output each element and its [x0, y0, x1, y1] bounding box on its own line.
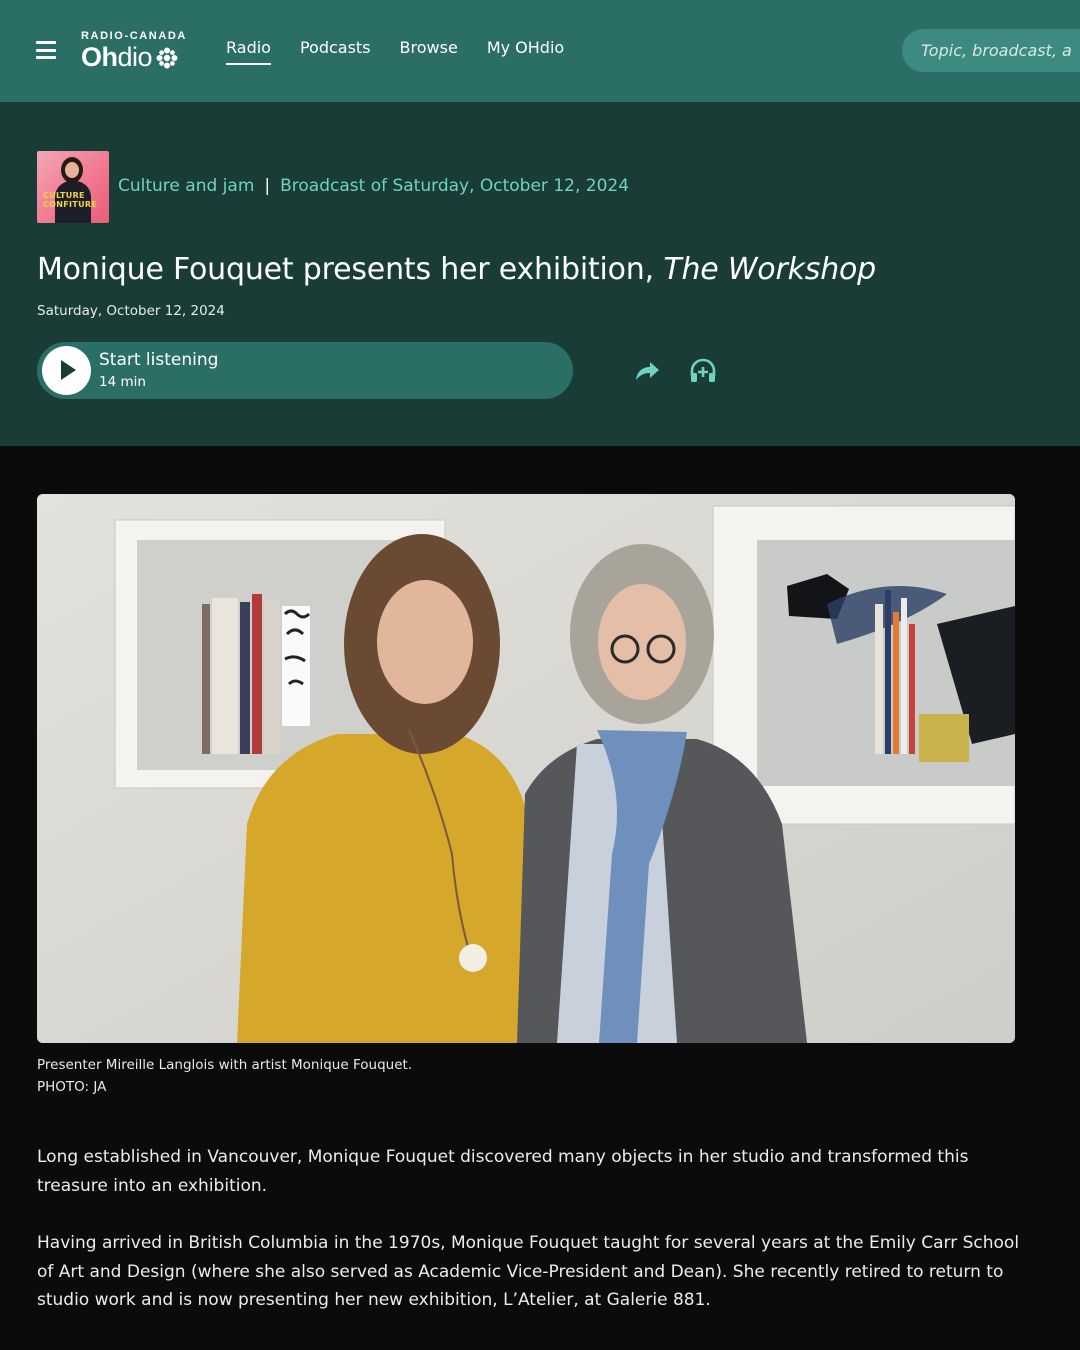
show-name-link[interactable]: Culture and jam: [118, 176, 254, 196]
cover-text-2: CONFITURE: [43, 200, 98, 209]
episode-photo: [37, 494, 1015, 1043]
headphones-add-icon[interactable]: [688, 356, 718, 386]
cover-text-1: CULTURE: [43, 191, 85, 200]
listen-label: Start listening: [99, 350, 219, 370]
nav-browse[interactable]: Browse: [400, 38, 458, 65]
exhibition-title: The Workshop: [663, 252, 877, 287]
episode-date: Saturday, October 12, 2024: [37, 303, 225, 319]
main-nav: Radio Podcasts Browse My OHdio: [226, 38, 564, 65]
breadcrumb-separator: |: [264, 176, 271, 196]
search-input[interactable]: [921, 41, 1080, 60]
search-box[interactable]: [902, 29, 1080, 72]
article-paragraph: Having arrived in British Columbia in th…: [37, 1233, 1020, 1310]
article-paragraph: Long established in Vancouver, Monique F…: [37, 1147, 969, 1196]
photo-credit: PHOTO: JA: [37, 1079, 107, 1095]
show-cover-image[interactable]: CULTURE CONFITURE: [37, 151, 109, 223]
episode-duration: 14 min: [99, 374, 146, 390]
photo-illustration: [37, 494, 1015, 1043]
nav-radio[interactable]: Radio: [226, 38, 271, 65]
start-listening-button[interactable]: Start listening 14 min: [37, 342, 573, 399]
episode-title: Monique Fouquet presents her exhibition,…: [37, 252, 877, 287]
nav-my-ohdio[interactable]: My OHdio: [487, 38, 564, 65]
play-icon: [42, 346, 91, 395]
nav-podcasts[interactable]: Podcasts: [300, 38, 371, 65]
cbc-gem-icon: [156, 47, 178, 69]
broadcast-link[interactable]: Broadcast of Saturday, October 12, 2024: [280, 176, 629, 196]
episode-header: CULTURE CONFITURE Culture and jam | Broa…: [0, 102, 1080, 446]
show-breadcrumb: Culture and jam | Broadcast of Saturday,…: [118, 176, 629, 196]
share-icon[interactable]: [632, 356, 662, 386]
photo-caption: Presenter Mireille Langlois with artist …: [37, 1054, 412, 1098]
ohdio-logo[interactable]: RADIO-CANADA Ohdio: [81, 30, 193, 74]
logo-wordmark: Ohdio: [81, 42, 153, 72]
top-navigation: RADIO-CANADA Ohdio Radio Podcasts Browse…: [0, 0, 1080, 102]
caption-text: Presenter Mireille Langlois with artist …: [37, 1057, 413, 1073]
menu-icon[interactable]: [36, 41, 56, 59]
logo-brand-text: RADIO-CANADA: [81, 30, 187, 42]
